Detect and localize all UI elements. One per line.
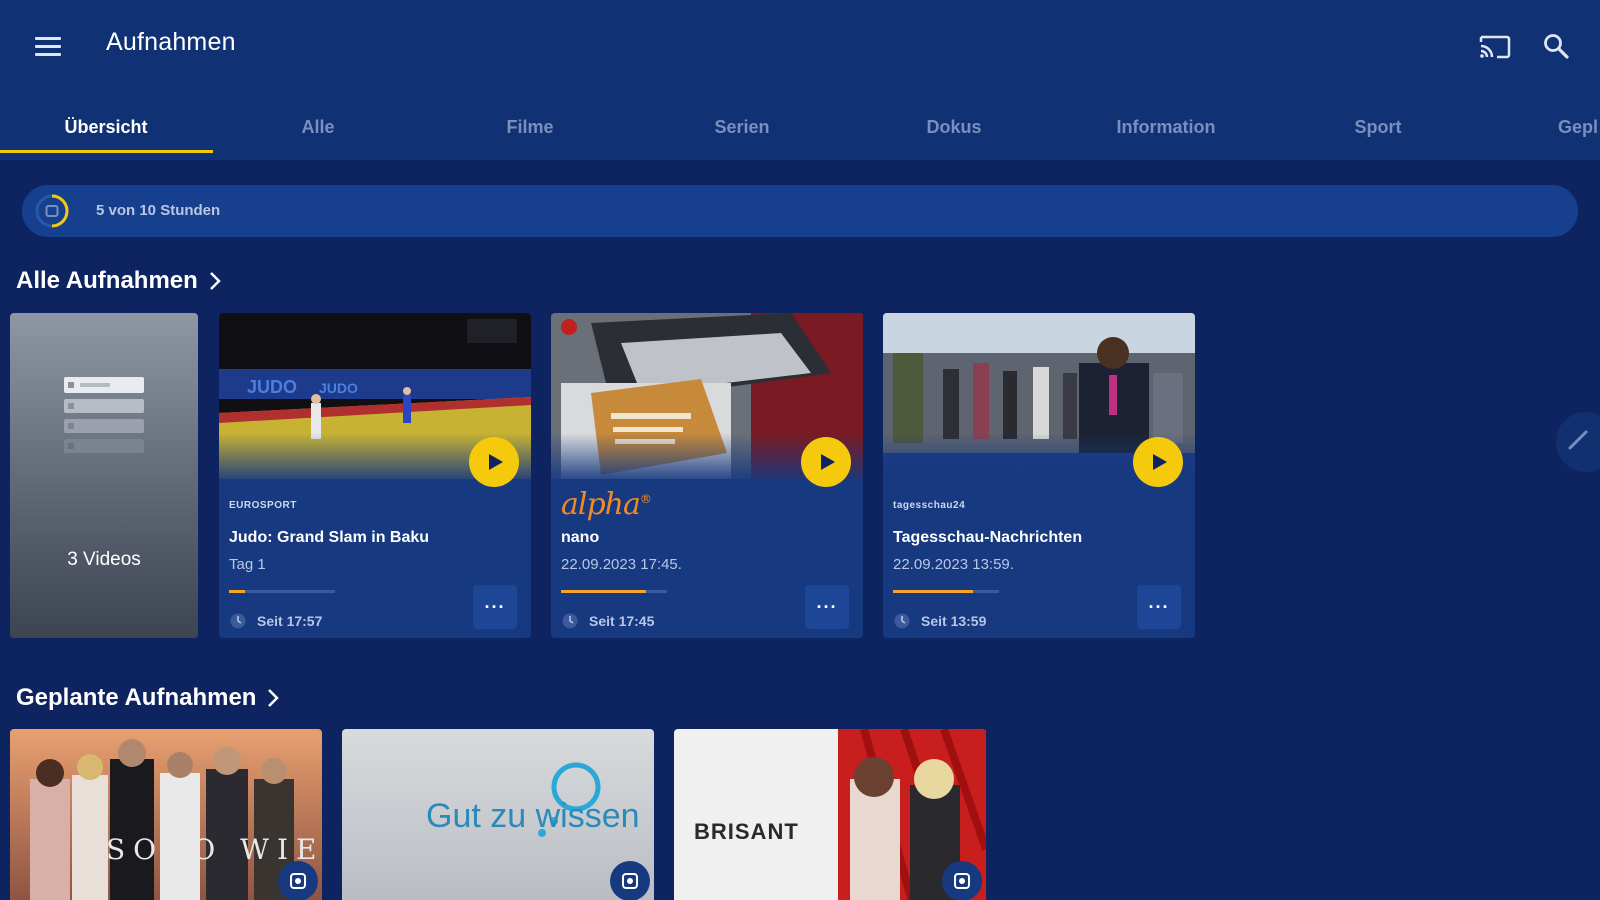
planned-thumbnail: SOKO WIEN [10, 729, 322, 900]
record-scheduled-icon [622, 873, 638, 889]
tab-dokus[interactable]: Dokus [848, 96, 1060, 158]
progress-fill [893, 590, 973, 593]
search-icon[interactable] [1536, 26, 1576, 66]
recording-time: Seit 13:59 [921, 613, 987, 629]
play-button[interactable] [469, 437, 519, 487]
progress-bar [561, 590, 667, 593]
play-icon [489, 454, 503, 470]
scheduled-record-badge[interactable] [610, 861, 650, 900]
tab-alle[interactable]: Alle [212, 96, 424, 158]
tab-filme[interactable]: Filme [424, 96, 636, 158]
svg-text:JUDO: JUDO [247, 377, 297, 397]
group-video-count: 3 Videos [67, 549, 141, 570]
planned-title-art: BRISANT [694, 819, 799, 844]
tab-serien[interactable]: Serien [636, 96, 848, 158]
chevron-right-icon [268, 689, 280, 707]
storage-ring-icon [32, 191, 72, 231]
recording-subtitle: Tag 1 [229, 556, 266, 573]
section-title-text: Geplante Aufnahmen [16, 684, 257, 711]
active-tab-indicator [0, 150, 213, 153]
app-bar: Aufnahmen Übersicht Alle Filme Serien Do… [0, 0, 1600, 160]
record-scheduled-icon [290, 873, 306, 889]
section-planned-recordings[interactable]: Geplante Aufnahmen [16, 684, 280, 712]
planned-title-art: Gut zu wissen [426, 797, 640, 835]
progress-bar [229, 590, 335, 593]
channel-logo: alpha® [561, 487, 652, 522]
more-options-button[interactable]: ··· [805, 585, 849, 629]
clock-icon [230, 613, 246, 629]
play-button[interactable] [801, 437, 851, 487]
progress-fill [561, 590, 646, 593]
planned-card[interactable]: Gut zu wissen [342, 729, 654, 900]
planned-thumbnail: BRISANT [674, 729, 986, 900]
channel-logo: EUROSPORT [229, 500, 297, 511]
storage-usage-bar[interactable]: 5 von 10 Stunden [22, 185, 1578, 237]
tab-uebersicht[interactable]: Übersicht [0, 96, 212, 158]
recording-time: Seit 17:45 [589, 613, 655, 629]
section-title-text: Alle Aufnahmen [16, 267, 198, 294]
pencil-icon [1568, 430, 1588, 450]
tab-bar: Übersicht Alle Filme Serien Dokus Inform… [0, 96, 1600, 160]
recording-title: Judo: Grand Slam in Baku [229, 529, 430, 546]
recording-subtitle: 22.09.2023 17:45. [561, 556, 682, 573]
recording-card[interactable]: alpha® nano 22.09.2023 17:45. Seit 17:45… [551, 313, 863, 638]
channel-logo: tagesschau24 [893, 500, 966, 511]
recording-title: nano [561, 529, 600, 546]
recording-time: Seit 17:57 [257, 613, 323, 629]
play-icon [1153, 454, 1167, 470]
tab-geplant[interactable]: Gepl [1484, 96, 1600, 158]
storage-text: 5 von 10 Stunden [96, 202, 221, 219]
progress-bar [893, 590, 999, 593]
scheduled-record-badge[interactable] [278, 861, 318, 900]
channel-logo-text: alpha [561, 487, 641, 522]
hamburger-menu-icon[interactable] [28, 26, 68, 66]
page-title: Aufnahmen [106, 28, 236, 56]
tab-sport[interactable]: Sport [1272, 96, 1484, 158]
progress-fill [229, 590, 245, 593]
svg-text:JUDO: JUDO [319, 380, 358, 396]
planned-card[interactable]: BRISANT [674, 729, 986, 900]
recording-card[interactable]: tagesschau24 Tagesschau-Nachrichten 22.0… [883, 313, 1195, 638]
clock-icon [562, 613, 578, 629]
recording-title: Tagesschau-Nachrichten [893, 529, 1083, 546]
more-options-button[interactable]: ··· [1137, 585, 1181, 629]
recording-subtitle: 22.09.2023 13:59. [893, 556, 1014, 573]
planned-thumbnail: Gut zu wissen [342, 729, 654, 900]
play-icon [821, 454, 835, 470]
scheduled-record-badge[interactable] [942, 861, 982, 900]
list-stack-icon [64, 377, 144, 453]
section-all-recordings[interactable]: Alle Aufnahmen [16, 267, 222, 295]
tab-information[interactable]: Information [1060, 96, 1272, 158]
group-card[interactable]: 3 Videos [10, 313, 198, 638]
planned-title-art: SOKO WIEN [106, 833, 322, 866]
record-scheduled-icon [954, 873, 970, 889]
chevron-right-icon [209, 272, 221, 290]
planned-card[interactable]: SOKO WIEN [10, 729, 322, 900]
edit-button[interactable] [1556, 412, 1600, 472]
clock-icon [894, 613, 910, 629]
recording-card[interactable]: JUDO JUDO EUROSPORT Judo: Grand Slam in … [219, 313, 531, 638]
cast-icon[interactable] [1474, 26, 1514, 66]
play-button[interactable] [1133, 437, 1183, 487]
more-options-button[interactable]: ··· [473, 585, 517, 629]
